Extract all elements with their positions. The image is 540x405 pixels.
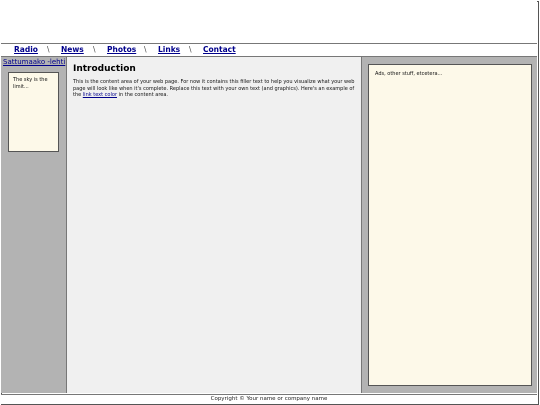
nav-link-photos[interactable]: Photos (107, 44, 136, 56)
header-banner (1, 1, 537, 44)
site-link[interactable]: Sattumaako -lehti (3, 58, 65, 66)
copyright-text: Copyright © Your name or company name (210, 396, 328, 402)
left-sidebar-box: The sky is the limit... (8, 72, 59, 152)
nav-link-contact[interactable]: Contact (203, 44, 236, 56)
nav-link-radio[interactable]: Radio (14, 44, 38, 56)
right-sidebar-box: Ads, other stuff, etcetera... (368, 64, 532, 386)
right-sidebar: Ads, other stuff, etcetera... (362, 57, 537, 393)
content-text-after-link: in the content area. (117, 92, 169, 98)
content-area: Introduction This is the content area of… (67, 57, 362, 393)
nav-separator: \ (93, 45, 96, 54)
content-inline-link[interactable]: link text color (83, 92, 117, 98)
nav-separator: \ (189, 45, 192, 54)
nav-link-news[interactable]: News (61, 44, 84, 56)
left-sidebar: Sattumaako -lehti The sky is the limit..… (1, 57, 67, 393)
nav-bar: Radio \ News \ Photos \ Links \ Contact (1, 44, 537, 57)
content-title: Introduction (73, 64, 136, 74)
footer: Copyright © Your name or company name (1, 394, 537, 404)
nav-separator: \ (47, 45, 50, 54)
content-paragraph: This is the content area of your web pag… (73, 79, 355, 99)
right-box-text: Ads, other stuff, etcetera... (375, 71, 443, 77)
nav-link-links[interactable]: Links (158, 44, 180, 56)
left-box-text: The sky is the limit... (13, 77, 48, 90)
nav-separator: \ (144, 45, 147, 54)
